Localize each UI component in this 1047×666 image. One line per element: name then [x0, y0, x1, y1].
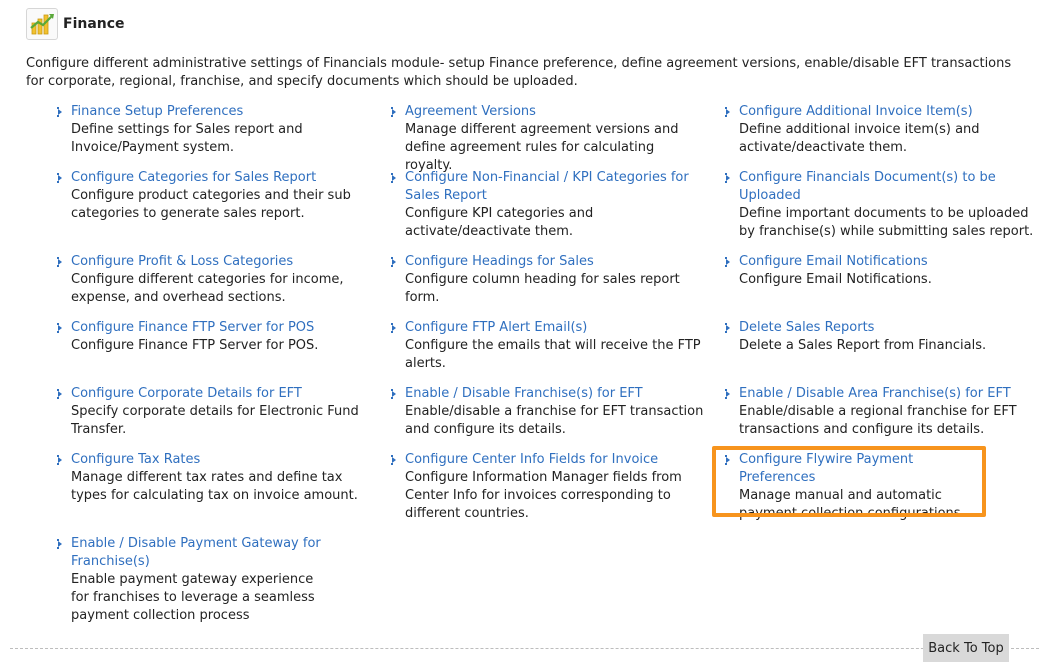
settings-item: Configure Corporate Details for EFT Spec… [57, 385, 371, 439]
item-description: Configure Email Notifications. [739, 272, 932, 287]
settings-item: Enable / Disable Area Franchise(s) for E… [725, 385, 1039, 439]
configure-tax-rates-link[interactable]: Configure Tax Rates [71, 451, 371, 469]
bullet-icon [56, 319, 66, 337]
module-description: Configure different administrative setti… [26, 56, 1012, 89]
bullet-icon [390, 319, 400, 337]
delete-sales-reports-link[interactable]: Delete Sales Reports [739, 319, 1039, 337]
settings-item: Configure Categories for Sales Report Co… [57, 169, 371, 223]
settings-item: Configure FTP Alert Email(s) Configure t… [391, 319, 705, 373]
bullet-icon [56, 535, 66, 553]
bullet-icon [724, 253, 734, 271]
settings-item: Configure Profit & Loss Categories Confi… [57, 253, 371, 307]
settings-item: Delete Sales Reports Delete a Sales Repo… [725, 319, 1039, 355]
configure-profit-loss-categories-link[interactable]: Configure Profit & Loss Categories [71, 253, 371, 271]
settings-item: Configure Email Notifications Configure … [725, 253, 1039, 289]
configure-kpi-categories-link[interactable]: Configure Non-Financial / KPI Categories… [405, 169, 705, 205]
settings-item: Enable / Disable Payment Gateway for Fra… [57, 535, 331, 625]
finance-chart-icon [26, 8, 58, 40]
item-description: Configure column heading for sales repor… [405, 272, 680, 305]
settings-item: Configure Non-Financial / KPI Categories… [391, 169, 705, 241]
configure-flywire-payment-preferences-link[interactable]: Configure Flywire Payment Preferences [739, 451, 979, 487]
item-description: Define settings for Sales report and Inv… [71, 122, 303, 155]
item-description: Configure different categories for incom… [71, 272, 344, 305]
item-description: Configure Information Manager fields fro… [405, 470, 682, 521]
settings-item: Finance Setup Preferences Define setting… [57, 103, 371, 157]
configure-ftp-alert-emails-link[interactable]: Configure FTP Alert Email(s) [405, 319, 705, 337]
settings-item: Configure Financials Document(s) to be U… [725, 169, 1039, 241]
bullet-icon [390, 169, 400, 187]
bullet-icon [56, 103, 66, 121]
page-title: Finance [63, 16, 125, 32]
item-description: Configure KPI categories and activate/de… [405, 206, 594, 239]
settings-item: Configure Finance FTP Server for POS Con… [57, 319, 371, 355]
item-description: Configure product categories and their s… [71, 188, 351, 221]
item-description: Manage manual and automatic payment coll… [739, 488, 965, 521]
module-header: Finance [26, 6, 125, 42]
footer-divider [10, 648, 1039, 649]
item-description: Enable payment gateway experience for fr… [71, 572, 315, 623]
configure-email-notifications-link[interactable]: Configure Email Notifications [739, 253, 1039, 271]
bullet-icon [724, 451, 734, 469]
item-description: Enable/disable a franchise for EFT trans… [405, 404, 704, 437]
configure-financials-documents-link[interactable]: Configure Financials Document(s) to be U… [739, 169, 1039, 205]
bullet-icon [724, 103, 734, 121]
configure-corporate-details-eft-link[interactable]: Configure Corporate Details for EFT [71, 385, 371, 403]
enable-disable-area-franchise-eft-link[interactable]: Enable / Disable Area Franchise(s) for E… [739, 385, 1039, 403]
configure-headings-sales-link[interactable]: Configure Headings for Sales [405, 253, 705, 271]
item-description: Define additional invoice item(s) and ac… [739, 122, 980, 155]
item-description: Configure Finance FTP Server for POS. [71, 338, 319, 353]
bullet-icon [390, 451, 400, 469]
enable-disable-franchise-eft-link[interactable]: Enable / Disable Franchise(s) for EFT [405, 385, 705, 403]
item-description: Specify corporate details for Electronic… [71, 404, 359, 437]
item-description: Delete a Sales Report from Financials. [739, 338, 987, 353]
enable-disable-payment-gateway-link[interactable]: Enable / Disable Payment Gateway for Fra… [71, 535, 331, 571]
item-description: Manage different agreement versions and … [405, 122, 679, 173]
bullet-icon [56, 169, 66, 187]
settings-item: Enable / Disable Franchise(s) for EFT En… [391, 385, 705, 439]
bullet-icon [724, 319, 734, 337]
bullet-icon [390, 103, 400, 121]
settings-item: Agreement Versions Manage different agre… [391, 103, 705, 175]
bullet-icon [56, 451, 66, 469]
bullet-icon [56, 385, 66, 403]
settings-item: Configure Center Info Fields for Invoice… [391, 451, 705, 523]
item-description: Manage different tax rates and define ta… [71, 470, 358, 503]
configure-center-info-fields-link[interactable]: Configure Center Info Fields for Invoice [405, 451, 705, 469]
bullet-icon [56, 253, 66, 271]
configure-finance-ftp-server-link[interactable]: Configure Finance FTP Server for POS [71, 319, 371, 337]
bullet-icon [390, 253, 400, 271]
bullet-icon [724, 385, 734, 403]
finance-setup-preferences-link[interactable]: Finance Setup Preferences [71, 103, 371, 121]
back-to-top-button[interactable]: Back To Top [923, 634, 1009, 662]
bullet-icon [390, 385, 400, 403]
settings-item: Configure Headings for Sales Configure c… [391, 253, 705, 307]
item-description: Enable/disable a regional franchise for … [739, 404, 1017, 437]
configure-additional-invoice-items-link[interactable]: Configure Additional Invoice Item(s) [739, 103, 1039, 121]
agreement-versions-link[interactable]: Agreement Versions [405, 103, 705, 121]
item-description: Define important documents to be uploade… [739, 206, 1034, 239]
configure-categories-sales-report-link[interactable]: Configure Categories for Sales Report [71, 169, 371, 187]
settings-item: Configure Additional Invoice Item(s) Def… [725, 103, 1039, 157]
settings-item: Configure Tax Rates Manage different tax… [57, 451, 371, 505]
settings-item: Configure Flywire Payment Preferences Ma… [725, 451, 979, 523]
item-description: Configure the emails that will receive t… [405, 338, 701, 371]
bullet-icon [724, 169, 734, 187]
